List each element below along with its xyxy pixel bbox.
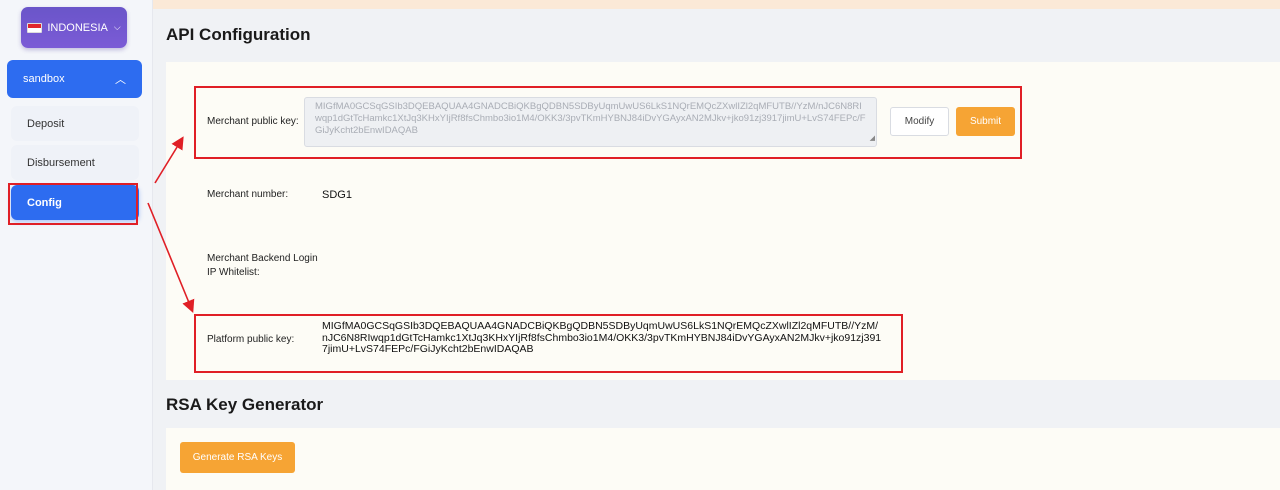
api-config-title: API Configuration	[166, 25, 311, 44]
environment-label: sandbox	[23, 73, 65, 85]
rsa-generator-title: RSA Key Generator	[166, 395, 324, 414]
chevron-up-icon: ︿	[115, 74, 126, 86]
sidebar: INDONESIA ⌵ sandbox ︿ Deposit Disburseme…	[0, 0, 153, 490]
environment-toggle[interactable]: sandbox ︿	[7, 60, 142, 98]
indonesia-flag-icon	[27, 22, 43, 33]
chevron-down-icon: ⌵	[113, 22, 121, 32]
sidebar-item-label: Deposit	[27, 117, 65, 130]
annotation-box-merchant-key	[194, 86, 1022, 159]
annotation-box-config	[8, 183, 138, 225]
country-selector[interactable]: INDONESIA ⌵	[21, 7, 127, 48]
sidebar-item-disbursement[interactable]: Disbursement	[11, 145, 139, 180]
merchant-number-value: SDG1	[322, 189, 352, 201]
rsa-generator-panel	[166, 428, 1280, 490]
sidebar-item-deposit[interactable]: Deposit	[11, 106, 139, 141]
annotation-box-platform-key	[194, 314, 903, 373]
merchant-number-label: Merchant number:	[207, 189, 289, 200]
ip-whitelist-label-line1: Merchant Backend Login	[207, 253, 318, 264]
generate-rsa-keys-button[interactable]: Generate RSA Keys	[180, 442, 295, 473]
top-notice-bar	[153, 0, 1280, 9]
country-label: INDONESIA	[47, 21, 108, 34]
ip-whitelist-label-line2: IP Whitelist:	[207, 267, 260, 278]
sidebar-item-label: Disbursement	[27, 156, 95, 169]
